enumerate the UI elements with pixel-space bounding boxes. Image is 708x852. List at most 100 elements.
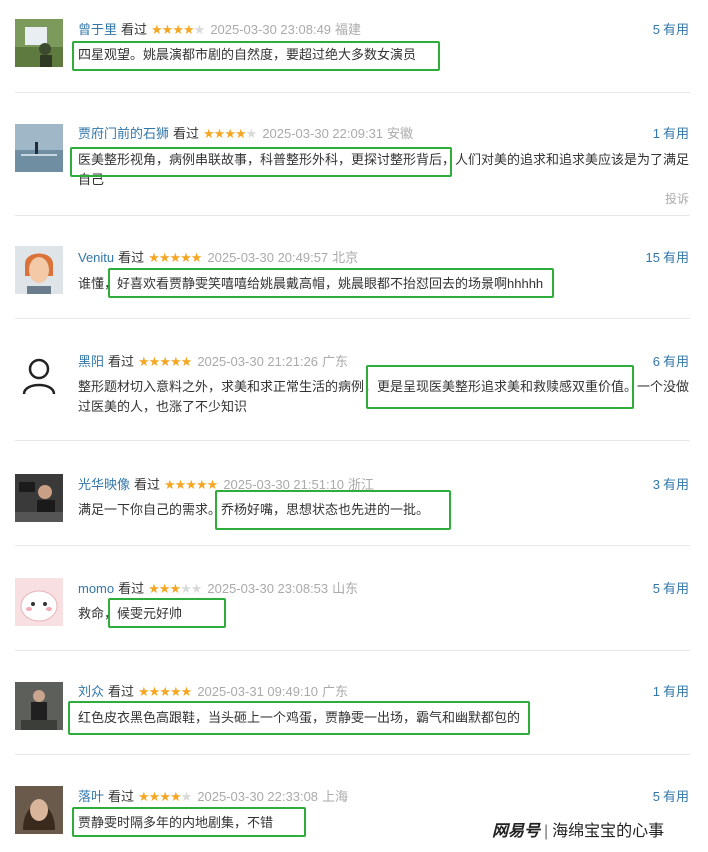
comment-meta: 刘众 看过 ★★★★★ 2025-03-31 09:49:10 广东 (78, 683, 348, 701)
watch-status: 看过 (108, 684, 135, 699)
watch-status: 看过 (118, 581, 145, 596)
watermark-logo: 网易号 (492, 823, 541, 840)
rating-stars: ★★★★★ (203, 126, 257, 141)
avatar[interactable] (15, 246, 63, 294)
rating-stars: ★★★★★ (148, 250, 202, 265)
watch-status: 看过 (173, 126, 200, 141)
rating-stars: ★★★★★ (151, 22, 205, 37)
divider (15, 650, 690, 651)
comment-text: 医美整形视角，病例串联故事，科普整形外科，更探讨整形背后，人们对美的追求和追求美… (78, 152, 690, 187)
rating-stars: ★★★★★ (164, 477, 218, 492)
comment-meta: 黑阳 看过 ★★★★★ 2025-03-30 21:21:26 广东 (78, 353, 348, 371)
username-link[interactable]: momo (78, 581, 114, 596)
report-link[interactable]: 投诉 (665, 190, 689, 207)
comment-meta: 落叶 看过 ★★★★★ 2025-03-30 22:33:08 上海 (78, 788, 348, 806)
useful-vote-button[interactable]: 15 有用 (646, 249, 689, 267)
watermark: 网易号 | 海绵宝宝的心事 (492, 820, 702, 844)
vote-count: 5 (652, 789, 660, 804)
avatar[interactable] (15, 19, 63, 67)
useful-label: 有用 (662, 250, 689, 265)
comment-location: 山东 (332, 581, 359, 596)
comment-text: 整形题材切入意料之外，求美和求正常生活的病例，更是呈现医美整形追求美和救赎感双重… (78, 379, 690, 414)
divider (15, 215, 690, 216)
vote-count: 5 (652, 22, 660, 37)
vote-count: 1 (652, 126, 660, 141)
comment-text: 救命，候雯元好帅 (78, 606, 183, 621)
vote-count: 15 (645, 250, 660, 265)
comment-meta: 贾府门前的石狮 看过 ★★★★★ 2025-03-30 22:09:31 安徽 (78, 125, 413, 143)
rating-stars: ★★★★★ (138, 354, 192, 369)
avatar[interactable] (15, 578, 63, 626)
username-link[interactable]: Venitu (78, 250, 114, 265)
comment-text: 四星观望。姚晨演都市剧的自然度，要超过绝大多数女演员 (78, 47, 417, 62)
watch-status: 看过 (118, 250, 145, 265)
useful-label: 有用 (662, 477, 689, 492)
vote-count: 5 (652, 581, 660, 596)
comment-location: 安徽 (387, 126, 414, 141)
comment-time: 2025-03-31 09:49:10 (197, 684, 319, 699)
vote-count: 3 (652, 477, 660, 492)
rating-stars: ★★★★★ (138, 684, 192, 699)
comment-time: 2025-03-30 21:21:26 (197, 354, 319, 369)
watermark-author: 海绵宝宝的心事 (552, 823, 665, 840)
divider (15, 440, 690, 441)
divider (15, 318, 690, 319)
comment-time: 2025-03-30 22:33:08 (197, 789, 319, 804)
watch-status: 看过 (108, 354, 135, 369)
useful-label: 有用 (662, 22, 689, 37)
useful-vote-button[interactable]: 6 有用 (653, 353, 689, 371)
comment-location: 北京 (332, 250, 359, 265)
useful-vote-button[interactable]: 1 有用 (653, 683, 689, 701)
default-user-icon (15, 352, 63, 400)
watermark-separator: | (544, 823, 549, 840)
comment-text: 红色皮衣黑色高跟鞋，当头砸上一个鸡蛋，贾静雯一出场，霸气和幽默都包的 (78, 710, 521, 725)
avatar[interactable] (15, 682, 63, 730)
username-link[interactable]: 刘众 (78, 684, 104, 699)
useful-label: 有用 (662, 789, 689, 804)
useful-vote-button[interactable]: 1 有用 (653, 125, 689, 143)
avatar[interactable] (15, 352, 63, 400)
avatar[interactable] (15, 474, 63, 522)
comment-time: 2025-03-30 23:08:53 (207, 581, 329, 596)
useful-vote-button[interactable]: 5 有用 (653, 580, 689, 598)
rating-stars: ★★★★★ (148, 581, 202, 596)
useful-vote-button[interactable]: 5 有用 (653, 21, 689, 39)
username-link[interactable]: 落叶 (78, 789, 104, 804)
username-link[interactable]: 曾于里 (78, 22, 117, 37)
comment-time: 2025-03-30 21:51:10 (223, 477, 345, 492)
watch-status: 看过 (134, 477, 161, 492)
comment-time: 2025-03-30 22:09:31 (262, 126, 384, 141)
comment-time: 2025-03-30 20:49:57 (207, 250, 329, 265)
vote-count: 6 (652, 354, 660, 369)
comment-text: 满足一下你自己的需求。乔杨好嘴，思想状态也先进的一批。 (78, 502, 430, 517)
useful-vote-button[interactable]: 3 有用 (653, 476, 689, 494)
divider (15, 92, 690, 93)
comment-time: 2025-03-30 23:08:49 (210, 22, 332, 37)
comment-location: 福建 (335, 22, 362, 37)
divider (15, 545, 690, 546)
divider (15, 754, 690, 755)
rating-stars: ★★★★★ (138, 789, 192, 804)
username-link[interactable]: 黑阳 (78, 354, 104, 369)
comment-meta: 曾于里 看过 ★★★★★ 2025-03-30 23:08:49 福建 (78, 21, 361, 39)
comment-meta: 光华映像 看过 ★★★★★ 2025-03-30 21:51:10 浙江 (78, 476, 374, 494)
useful-label: 有用 (662, 684, 689, 699)
comment-meta: momo 看过 ★★★★★ 2025-03-30 23:08:53 山东 (78, 580, 358, 598)
avatar[interactable] (15, 786, 63, 834)
comment-meta: Venitu 看过 ★★★★★ 2025-03-30 20:49:57 北京 (78, 249, 358, 267)
avatar[interactable] (15, 124, 63, 172)
watch-status: 看过 (121, 22, 148, 37)
useful-label: 有用 (662, 126, 689, 141)
username-link[interactable]: 贾府门前的石狮 (78, 126, 169, 141)
username-link[interactable]: 光华映像 (78, 477, 130, 492)
useful-label: 有用 (662, 354, 689, 369)
comment-location: 浙江 (348, 477, 375, 492)
useful-label: 有用 (662, 581, 689, 596)
watch-status: 看过 (108, 789, 135, 804)
vote-count: 1 (652, 684, 660, 699)
comment-location: 上海 (322, 789, 349, 804)
useful-vote-button[interactable]: 5 有用 (653, 788, 689, 806)
comment-text: 谁懂，好喜欢看贾静雯笑嘻嘻给姚晨戴高帽，姚晨眼都不抬怼回去的场景啊hhhhh (78, 276, 544, 291)
comment-location: 广东 (322, 684, 349, 699)
comment-location: 广东 (322, 354, 349, 369)
